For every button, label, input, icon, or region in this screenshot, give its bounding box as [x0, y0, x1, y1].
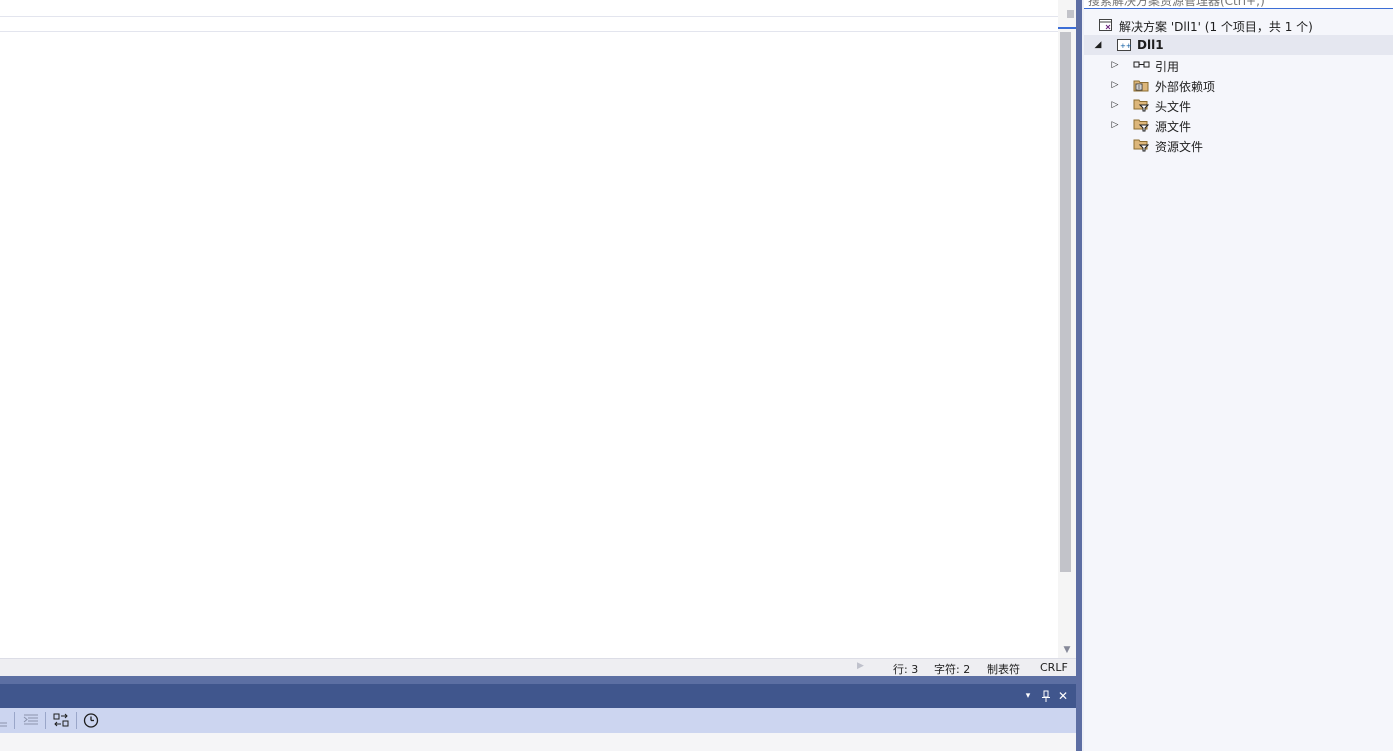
- tree-item-references[interactable]: ▷ 引用: [1084, 55, 1393, 75]
- expand-arrow-icon[interactable]: ▷: [1110, 98, 1120, 112]
- clock-icon[interactable]: [82, 712, 100, 729]
- code-editor[interactable]: ▼ ▶ 行: 3 字符: 2 制表符 CRLF: [0, 0, 1076, 676]
- scroll-down-arrow-icon[interactable]: ▼: [1061, 645, 1073, 655]
- node-label: 外部依赖项: [1155, 80, 1216, 94]
- tree-item-solution[interactable]: 解决方案 'Dll1' (1 个项目，共 1 个): [1084, 15, 1393, 35]
- panel-content[interactable]: [0, 733, 1076, 751]
- scrollbar-caret-marker: [1058, 27, 1076, 29]
- toolbar-separator: [45, 712, 46, 729]
- code-text-area[interactable]: [0, 32, 1058, 658]
- svg-text:++: ++: [1120, 42, 1132, 50]
- solution-explorer: 解决方案 'Dll1' (1 个项目，共 1 个) ◢ ++ Dll1 ▷: [1084, 0, 1393, 751]
- external-deps-icon: [1133, 78, 1149, 92]
- align-icon[interactable]: [0, 712, 18, 729]
- solution-search-box[interactable]: [1084, 0, 1393, 9]
- node-label: 资源文件: [1155, 140, 1204, 154]
- project-label: Dll1: [1137, 38, 1164, 52]
- scrollbar-thumb[interactable]: [1060, 32, 1071, 572]
- solution-label: 解决方案 'Dll1' (1 个项目，共 1 个): [1119, 20, 1313, 34]
- window-position-dropdown-icon[interactable]: ▾: [1021, 688, 1035, 704]
- filter-folder-icon: [1133, 138, 1150, 152]
- tree-item-resource-files[interactable]: 资源文件: [1084, 135, 1393, 155]
- char-indicator[interactable]: 字符: 2: [934, 661, 970, 677]
- expand-arrow-icon[interactable]: ▷: [1110, 58, 1120, 72]
- node-label: 源文件: [1155, 120, 1192, 134]
- word-wrap-icon[interactable]: [22, 712, 40, 729]
- toggle-wrap-icon[interactable]: [52, 712, 70, 729]
- node-label: 头文件: [1155, 100, 1192, 114]
- tree-item-external-dependencies[interactable]: ▷ 外部依赖项: [1084, 75, 1393, 95]
- collapse-arrow-icon[interactable]: ◢: [1093, 38, 1103, 52]
- references-icon: [1133, 58, 1150, 72]
- bottom-tool-panel: ▾ ✕: [0, 676, 1076, 751]
- scroll-left-arrow-icon[interactable]: ▶: [857, 661, 864, 671]
- tree-item-source-files[interactable]: ▷ 源文件: [1084, 115, 1393, 135]
- solution-icon: [1098, 18, 1114, 32]
- editor-status-bar: ▶ 行: 3 字符: 2 制表符 CRLF: [0, 658, 1076, 676]
- scrollbar-split-handle[interactable]: [1067, 10, 1074, 18]
- ide-window: ▼ ▶ 行: 3 字符: 2 制表符 CRLF ▾ ✕ 搜索解决方案资源管理器(…: [0, 0, 1393, 751]
- expand-arrow-icon[interactable]: ▷: [1110, 78, 1120, 92]
- panel-toolbar: [0, 708, 1076, 733]
- editor-navigation-bar[interactable]: [0, 0, 1058, 17]
- tree-item-header-files[interactable]: ▷ 头文件: [1084, 95, 1393, 115]
- pin-icon[interactable]: [1039, 688, 1053, 704]
- toolbar-separator: [14, 712, 15, 729]
- vertical-scrollbar[interactable]: ▼: [1058, 0, 1076, 658]
- cpp-project-icon: ++: [1116, 38, 1132, 52]
- indentation-indicator[interactable]: 制表符: [987, 661, 1020, 677]
- filter-folder-icon: [1133, 118, 1150, 132]
- line-ending-indicator[interactable]: CRLF: [1040, 661, 1068, 674]
- tree-item-project[interactable]: ◢ ++ Dll1: [1084, 35, 1393, 55]
- solution-search-input[interactable]: [1088, 0, 1388, 8]
- toolbar-separator: [76, 712, 77, 729]
- node-label: 引用: [1155, 60, 1180, 74]
- panel-title-bar[interactable]: ▾ ✕: [0, 684, 1076, 708]
- line-indicator[interactable]: 行: 3: [893, 661, 918, 677]
- panel-splitter[interactable]: [0, 676, 1076, 684]
- close-icon[interactable]: ✕: [1056, 688, 1070, 704]
- editor-navigation-bar-secondary[interactable]: [0, 17, 1058, 32]
- expand-arrow-icon[interactable]: ▷: [1110, 118, 1120, 132]
- filter-folder-icon: [1133, 98, 1150, 112]
